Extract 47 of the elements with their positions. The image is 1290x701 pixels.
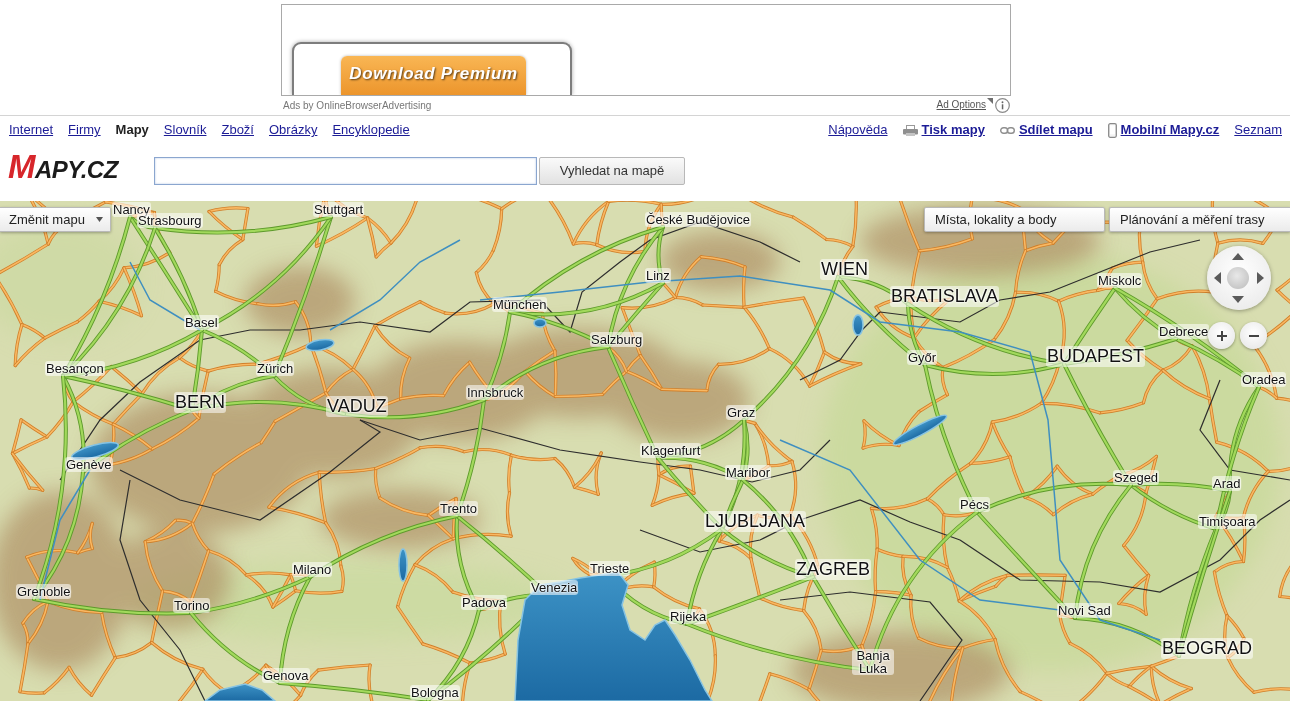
capital-label: BRATISLAVA xyxy=(890,285,1000,307)
printer-icon[interactable] xyxy=(902,124,918,136)
nav-menu-link[interactable]: Nápověda xyxy=(828,122,888,138)
panel-tab[interactable]: Plánování a měření trasy xyxy=(1109,207,1290,232)
panel-tab[interactable]: Místa, lokality a body xyxy=(924,207,1105,232)
info-icon[interactable] xyxy=(995,98,1010,113)
city-label: Innsbruck xyxy=(466,384,525,400)
city-label: Milano xyxy=(292,561,333,577)
nav-menu-link[interactable]: Mapy xyxy=(115,122,149,138)
city-label: Timişoara xyxy=(1198,513,1257,529)
change-map-button[interactable]: Změnit mapu xyxy=(0,207,111,232)
ad-attribution: Ads by OnlineBrowserAdvertising xyxy=(283,99,432,112)
search-button[interactable]: Vyhledat na mapě xyxy=(539,157,685,185)
nav-menu-link[interactable]: Zboží xyxy=(221,122,254,138)
capital-label: BEOGRAD xyxy=(1161,637,1254,659)
mapy-logo[interactable]: MAPY.CZ xyxy=(8,151,135,182)
nav-menu-link[interactable]: Obrázky xyxy=(269,122,318,138)
city-label: Venezia xyxy=(530,579,579,595)
capital-label: BERN xyxy=(174,391,226,413)
nav-menu-link[interactable]: Seznam xyxy=(1234,122,1282,138)
nav-menu-link[interactable]: Internet xyxy=(9,122,54,138)
nav-menu-link[interactable]: Mobilní Mapy.cz xyxy=(1120,122,1220,138)
capital-label: ZAGREB xyxy=(795,558,871,580)
city-label: Trieste xyxy=(589,560,631,576)
ad-corner-icon xyxy=(987,98,993,104)
nav-menu-link[interactable]: Tisk mapy xyxy=(921,122,985,138)
chain-link-icon[interactable] xyxy=(999,126,1015,134)
capital-label: BUDAPEST xyxy=(1046,345,1146,367)
city-label: Torino xyxy=(173,597,211,613)
search-field[interactable] xyxy=(154,157,537,185)
nav-menu-link[interactable]: Slovník xyxy=(163,122,207,138)
left-arrow-icon[interactable] xyxy=(1214,272,1221,284)
capital-label: WIEN xyxy=(820,258,869,280)
minus-icon xyxy=(1248,334,1259,337)
right-arrow-icon[interactable] xyxy=(1257,272,1264,284)
city-label: Trento xyxy=(439,500,479,516)
capital-label: LJUBLJANA xyxy=(704,510,807,532)
ad-options-link[interactable]: Ad Options xyxy=(936,99,986,111)
nav-menu-link[interactable]: Firmy xyxy=(68,122,101,138)
nav-menu-link[interactable]: Encyklopedie xyxy=(332,122,410,138)
plus-icon xyxy=(1216,330,1227,341)
down-arrow-icon[interactable] xyxy=(1232,296,1244,303)
phone-icon[interactable] xyxy=(1107,122,1117,138)
nav-menu-link[interactable]: Sdílet mapu xyxy=(1018,122,1093,138)
up-arrow-icon[interactable] xyxy=(1232,253,1244,260)
capital-label: VADUZ xyxy=(326,395,388,417)
city-label: Banja Luka xyxy=(852,649,894,675)
